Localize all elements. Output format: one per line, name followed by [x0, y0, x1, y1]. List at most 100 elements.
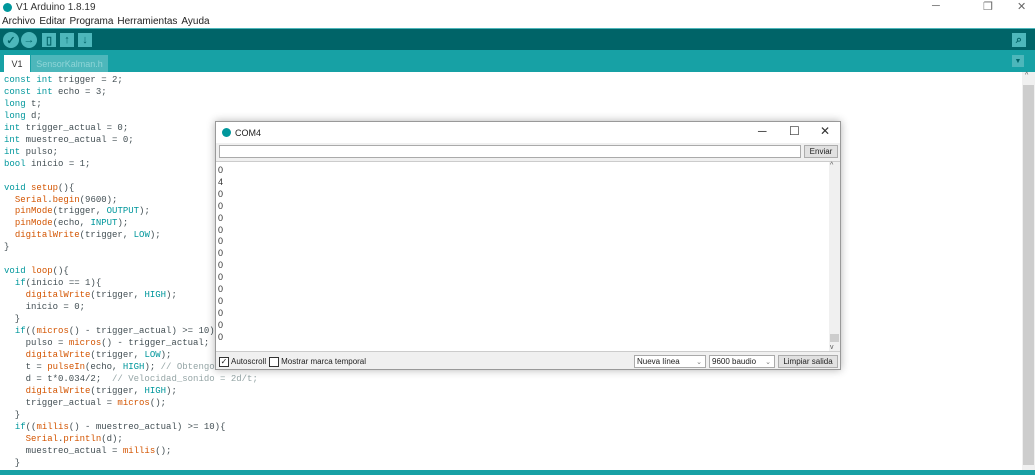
- code-line[interactable]: digitalWrite(trigger, HIGH);: [4, 386, 258, 398]
- code-token: HIGH: [144, 385, 167, 396]
- code-token: begin: [52, 194, 80, 205]
- code-line[interactable]: Serial.println(d);: [4, 434, 258, 446]
- code-token: t =: [4, 361, 48, 372]
- code-token: );: [149, 230, 161, 241]
- tab-sensorkalman[interactable]: SensorKalman.h: [31, 55, 108, 72]
- maximize-icon[interactable]: ❐: [983, 0, 993, 13]
- code-token: (trigger,: [90, 349, 145, 360]
- verify-button[interactable]: ✓: [3, 32, 19, 48]
- code-line[interactable]: }: [4, 458, 258, 470]
- tab-v1[interactable]: V1: [4, 55, 30, 72]
- code-line[interactable]: trigger_actual = micros();: [4, 398, 258, 410]
- serial-footer: ✓ Autoscroll Mostrar marca temporal Nuev…: [216, 353, 840, 370]
- code-token: LOW: [144, 349, 161, 360]
- code-token: (trigger,: [90, 385, 145, 396]
- serial-close-icon[interactable]: ✕: [820, 124, 830, 138]
- code-token: (echo,: [85, 361, 123, 372]
- code-token: pinMode: [14, 218, 53, 229]
- serial-output-line: 0: [218, 295, 224, 306]
- clear-output-button[interactable]: Limpiar salida: [778, 355, 838, 368]
- code-token: digitalWrite: [25, 349, 91, 360]
- serial-scroll-thumb[interactable]: [830, 334, 839, 342]
- code-token: (inicio == 1){: [25, 278, 102, 289]
- menu-bar: Archivo Editar Programa Herramientas Ayu…: [0, 14, 210, 28]
- editor-scroll-thumb[interactable]: [1023, 85, 1034, 465]
- code-token: digitalWrite: [14, 230, 80, 241]
- code-token: (trigger,: [90, 290, 145, 301]
- code-token: void: [4, 182, 26, 193]
- save-button[interactable]: ↓: [78, 33, 92, 47]
- serial-output: 040000000000000 ^ v: [216, 161, 840, 352]
- scroll-up-icon[interactable]: ^: [1025, 72, 1028, 79]
- send-button[interactable]: Enviar: [804, 145, 838, 158]
- arduino-logo-icon: [222, 128, 231, 137]
- code-line[interactable]: const int trigger = 2;: [4, 75, 258, 87]
- arrow-up-icon: ↑: [64, 34, 70, 46]
- menu-ayuda[interactable]: Ayuda: [181, 16, 209, 27]
- menu-herramientas[interactable]: Herramientas: [117, 16, 177, 27]
- code-token: bool: [4, 158, 26, 169]
- code-line[interactable]: const int echo = 3;: [4, 87, 258, 99]
- code-token: trigger_actual = 0;: [20, 122, 129, 133]
- triangle-down-icon: ▼: [1014, 57, 1022, 65]
- code-line[interactable]: }: [4, 410, 258, 422]
- minimize-icon[interactable]: ─: [932, 0, 940, 12]
- serial-send-input[interactable]: [219, 145, 801, 158]
- code-token: );: [166, 290, 177, 301]
- code-token: HIGH: [144, 290, 167, 301]
- new-button[interactable]: ▯: [42, 33, 56, 47]
- tab-menu-button[interactable]: ▼: [1012, 55, 1024, 67]
- code-token: millis: [122, 445, 156, 456]
- code-line[interactable]: long t;: [4, 99, 258, 111]
- serial-maximize-icon[interactable]: ☐: [789, 124, 800, 138]
- menu-archivo[interactable]: Archivo: [2, 16, 35, 27]
- code-token: micros: [117, 397, 150, 408]
- code-token: const int: [4, 86, 53, 97]
- serial-output-line: 0: [218, 248, 224, 259]
- open-button[interactable]: ↑: [60, 33, 74, 47]
- code-token: (){: [52, 266, 69, 277]
- serial-monitor-button[interactable]: ⌕: [1012, 33, 1026, 47]
- code-token: inicio = 1;: [25, 158, 91, 169]
- code-token: if: [14, 421, 26, 432]
- code-token: const int: [4, 75, 53, 85]
- close-icon[interactable]: ✕: [1017, 0, 1026, 13]
- scroll-down-icon[interactable]: v: [830, 344, 834, 351]
- code-token: setup: [31, 182, 59, 193]
- code-token: int: [4, 134, 21, 145]
- code-token: inicio = 0;: [4, 302, 86, 313]
- editor-scrollbar[interactable]: ^: [1022, 72, 1035, 470]
- code-token: d = t*0.034/2;: [4, 373, 113, 384]
- serial-output-lines: 040000000000000: [218, 165, 223, 344]
- code-token: micros: [68, 337, 102, 348]
- timestamp-checkbox[interactable]: [269, 356, 280, 367]
- code-token: () - trigger_actual;: [101, 337, 210, 348]
- code-token: () - muestreo_actual) >= 10){: [68, 421, 226, 432]
- code-token: // Velocidad_sonido = 2d/t;: [112, 373, 258, 384]
- scroll-up-icon[interactable]: ^: [830, 162, 833, 169]
- baud-select[interactable]: 9600 baudio ⌄: [709, 355, 775, 368]
- arrow-down-icon: ↓: [82, 34, 88, 46]
- code-token: loop: [31, 266, 53, 277]
- menu-editar[interactable]: Editar: [39, 16, 65, 27]
- serial-scrollbar[interactable]: ^ v: [829, 162, 840, 351]
- serial-monitor-window: COM4 ─ ☐ ✕ Enviar 040000000000000 ^ v ✓ …: [215, 121, 841, 370]
- code-token: );: [139, 206, 150, 217]
- code-token: int: [4, 122, 21, 133]
- line-ending-select[interactable]: Nueva línea ⌄: [634, 355, 706, 368]
- serial-output-line: 0: [218, 188, 224, 199]
- autoscroll-checkbox[interactable]: ✓: [219, 356, 229, 367]
- upload-button[interactable]: →: [21, 32, 37, 48]
- code-line[interactable]: d = t*0.034/2; // Velocidad_sonido = 2d/…: [4, 374, 258, 386]
- code-line[interactable]: if((millis() - muestreo_actual) >= 10){: [4, 422, 258, 434]
- serial-minimize-icon[interactable]: ─: [758, 124, 767, 138]
- code-token: );: [117, 218, 129, 229]
- code-line[interactable]: muestreo_actual = millis();: [4, 446, 258, 458]
- menu-programa[interactable]: Programa: [69, 16, 113, 27]
- arduino-logo-icon: [3, 2, 12, 12]
- serial-output-line: 0: [218, 236, 224, 247]
